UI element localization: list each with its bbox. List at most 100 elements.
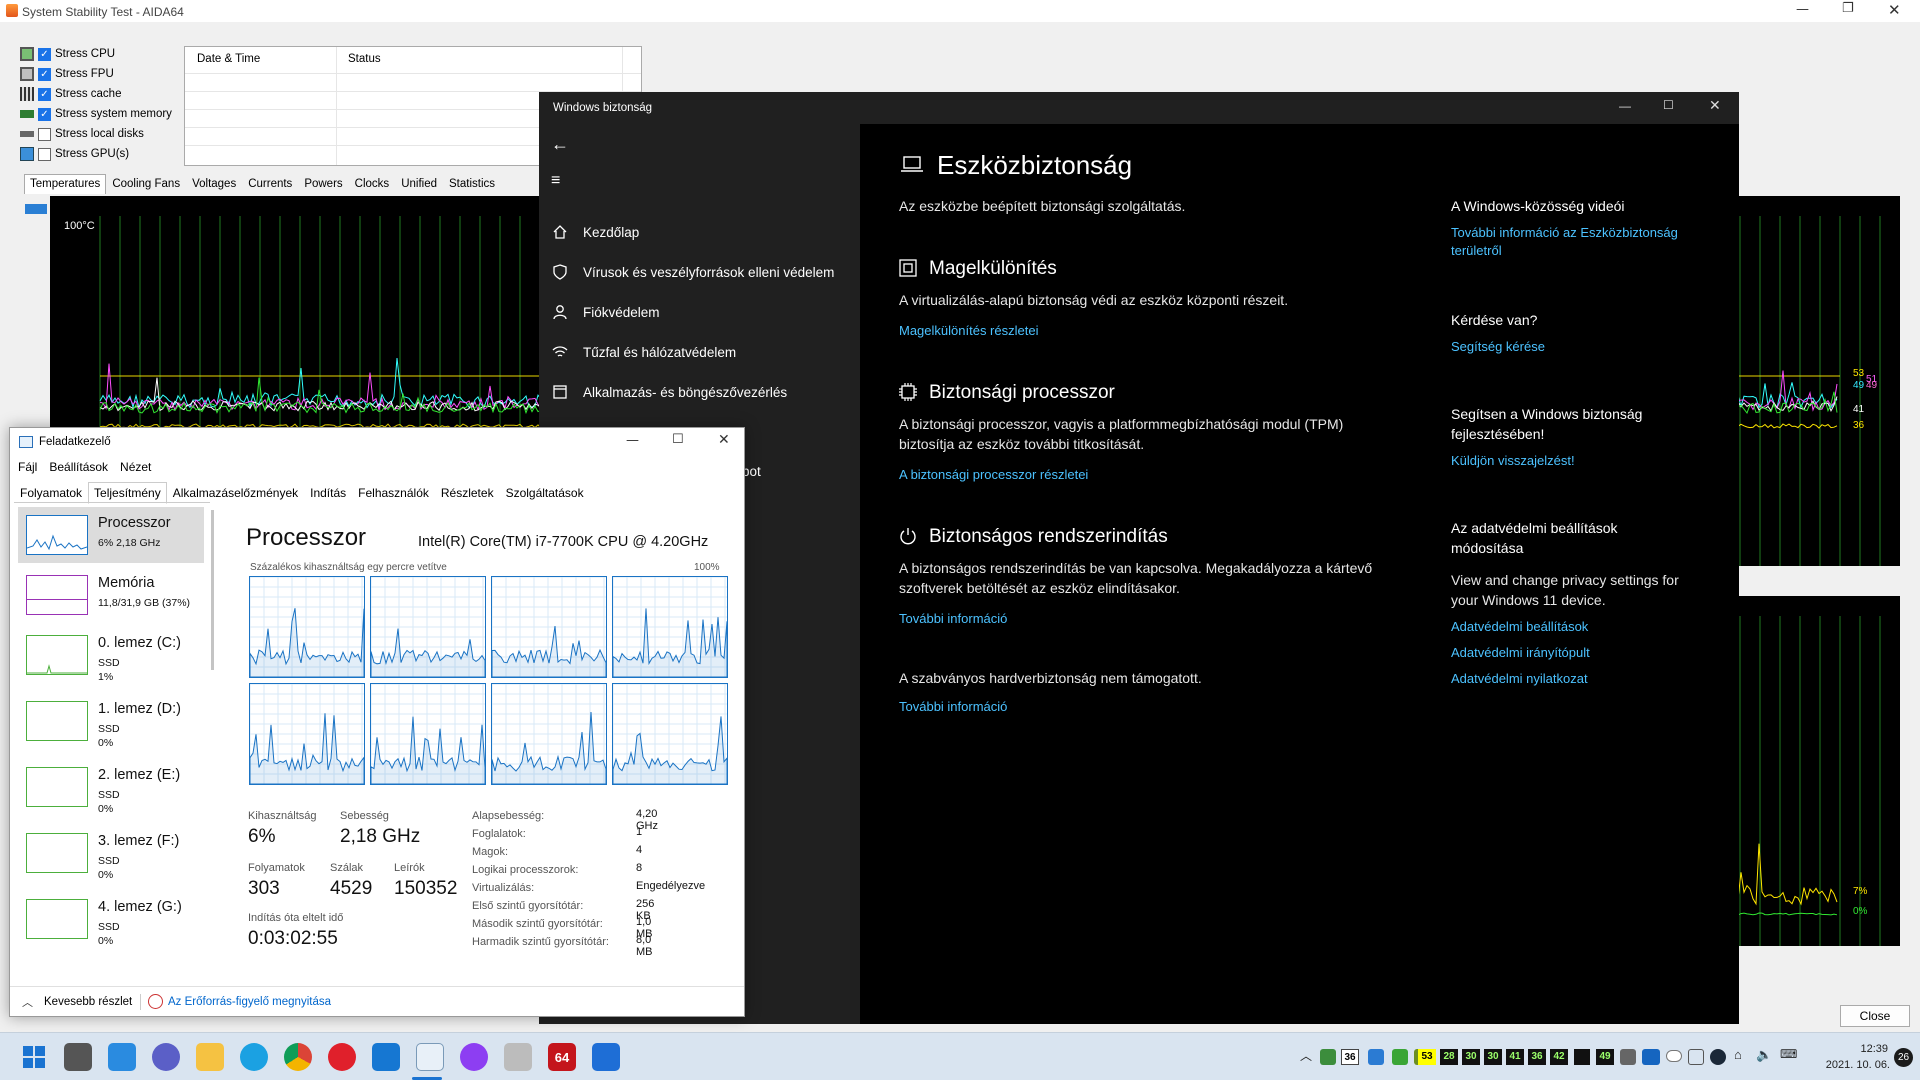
tray-temp-badge[interactable]: 28 xyxy=(1440,1049,1458,1065)
get-help-link[interactable]: Segítség kérése xyxy=(1451,338,1545,356)
fewer-details-link[interactable]: Kevesebb részlet xyxy=(44,996,132,1008)
resource-disk-0[interactable]: 0. lemez (C:) SSD 1% xyxy=(18,627,204,683)
tab-clocks[interactable]: Clocks xyxy=(349,174,396,194)
file-explorer-icon[interactable] xyxy=(196,1043,224,1071)
messenger-icon[interactable] xyxy=(460,1043,488,1071)
tray-app-icon[interactable] xyxy=(1320,1049,1336,1065)
stress-disks-checkbox[interactable] xyxy=(38,127,51,141)
status-header[interactable]: Status xyxy=(342,47,387,65)
tab-services[interactable]: Szolgáltatások xyxy=(500,482,590,504)
clock-date[interactable]: 2021. 10. 06. xyxy=(1815,1059,1890,1071)
tab-unified[interactable]: Unified xyxy=(395,174,443,194)
clock-time[interactable]: 12:39 xyxy=(1840,1043,1888,1055)
hardware-more-info-link[interactable]: További információ xyxy=(899,698,1007,716)
tab-app-history[interactable]: Alkalmazáselőzmények xyxy=(167,482,304,504)
tab-powers[interactable]: Powers xyxy=(298,174,348,194)
close-window-button[interactable]: ✕ xyxy=(1709,97,1721,114)
tray-temp-badge[interactable]: 42 xyxy=(1550,1049,1568,1065)
close-button[interactable]: Close xyxy=(1840,1005,1910,1027)
windows-security-taskbar-icon[interactable] xyxy=(592,1043,620,1071)
task-view-icon[interactable] xyxy=(64,1043,92,1071)
tab-temperatures[interactable]: Temperatures xyxy=(24,174,107,194)
onedrive-icon[interactable] xyxy=(1666,1050,1682,1062)
tab-cooling-fans[interactable]: Cooling Fans xyxy=(106,174,186,194)
resource-disk-1[interactable]: 1. lemez (D:) SSD 0% xyxy=(18,693,204,749)
tray-app-icon[interactable] xyxy=(1642,1049,1660,1065)
chevron-up-icon[interactable]: ︿ xyxy=(22,994,33,1010)
restore-button[interactable]: ❐ xyxy=(1842,1,1854,16)
resource-memory[interactable]: Memória 11,8/31,9 GB (37%) xyxy=(18,567,204,623)
language-icon[interactable]: ⌨ xyxy=(1780,1047,1797,1061)
tab-statistics[interactable]: Statistics xyxy=(443,174,501,194)
close-window-button[interactable]: ✕ xyxy=(1888,1,1901,19)
menu-view[interactable]: Nézet xyxy=(120,460,151,474)
maximize-button[interactable]: ☐ xyxy=(1663,98,1674,112)
network-icon[interactable]: ⌂ xyxy=(1734,1047,1742,1062)
privacy-dashboard-link[interactable]: Adatvédelmi irányítópult xyxy=(1451,644,1590,662)
privacy-settings-link[interactable]: Adatvédelmi beállítások xyxy=(1451,618,1588,636)
resource-disk-3[interactable]: 3. lemez (F:) SSD 0% xyxy=(18,825,204,881)
opera-icon[interactable] xyxy=(328,1043,356,1071)
minimize-button[interactable]: — xyxy=(1796,2,1809,17)
tab-performance[interactable]: Teljesítmény xyxy=(88,482,167,504)
stress-gpu-option[interactable]: Stress GPU(s) xyxy=(20,144,172,164)
tab-processes[interactable]: Folyamatok xyxy=(14,482,88,504)
chat-icon[interactable] xyxy=(152,1043,180,1071)
menu-file[interactable]: Fájl xyxy=(18,460,37,474)
open-resource-monitor-link[interactable]: Az Erőforrás-figyelő megnyitása xyxy=(168,996,331,1008)
community-videos-link[interactable]: További információ az Eszközbiztonság te… xyxy=(1451,224,1711,260)
steam-icon[interactable] xyxy=(1710,1049,1726,1065)
stress-cpu-option[interactable]: ✓ Stress CPU xyxy=(20,44,172,64)
tray-temp-badge[interactable]: 36 xyxy=(1528,1049,1546,1065)
tab-users[interactable]: Felhasználók xyxy=(352,482,435,504)
stress-disks-option[interactable]: Stress local disks xyxy=(20,124,172,144)
start-windows-icon[interactable] xyxy=(20,1043,48,1071)
tray-temp-badge[interactable]: 30 xyxy=(1462,1049,1480,1065)
privacy-statement-link[interactable]: Adatvédelmi nyilatkozat xyxy=(1451,670,1588,688)
aida64-taskbar-icon[interactable]: 64 xyxy=(548,1043,576,1071)
send-feedback-link[interactable]: Küldjön visszajelzést! xyxy=(1451,452,1575,470)
stress-cache-checkbox[interactable]: ✓ xyxy=(38,87,51,101)
edge-icon[interactable] xyxy=(240,1043,268,1071)
tray-app-icon[interactable] xyxy=(1368,1049,1384,1065)
nav-item-app-browser-control[interactable]: Alkalmazás- és böngészővezérlés xyxy=(551,378,787,406)
tray-temp-badge[interactable]: 41 xyxy=(1506,1049,1524,1065)
tab-currents[interactable]: Currents xyxy=(242,174,298,194)
tray-temp-badge[interactable]: 30 xyxy=(1484,1049,1502,1065)
side-scrollbar[interactable] xyxy=(211,510,214,670)
widgets-icon[interactable] xyxy=(108,1043,136,1071)
tab-startup[interactable]: Indítás xyxy=(304,482,352,504)
menu-options[interactable]: Beállítások xyxy=(49,460,108,474)
resource-cpu[interactable]: Processzor 6% 2,18 GHz xyxy=(18,507,204,563)
hamburger-menu-icon[interactable]: ≡ xyxy=(551,172,560,190)
minimize-button[interactable]: — xyxy=(1619,99,1631,113)
tray-app-icon[interactable] xyxy=(1620,1049,1636,1065)
tab-voltages[interactable]: Voltages xyxy=(186,174,242,194)
tray-temp-badge[interactable]: 49 xyxy=(1596,1049,1614,1065)
stress-memory-option[interactable]: ✓ Stress system memory xyxy=(20,104,172,124)
tray-temp-badge[interactable]: 53 xyxy=(1418,1049,1436,1065)
notification-count-badge[interactable]: 26 xyxy=(1894,1048,1913,1067)
stress-cpu-checkbox[interactable]: ✓ xyxy=(38,47,51,61)
stress-fpu-checkbox[interactable]: ✓ xyxy=(38,67,51,81)
task-manager-taskbar-icon[interactable] xyxy=(416,1043,444,1071)
mail-icon[interactable] xyxy=(372,1043,400,1071)
minimize-button[interactable]: — xyxy=(626,433,639,448)
tray-graph-icon[interactable] xyxy=(1574,1049,1590,1065)
nav-item-account-protection[interactable]: Fiókvédelem xyxy=(551,298,660,326)
stress-fpu-option[interactable]: ✓ Stress FPU xyxy=(20,64,172,84)
nav-item-virus-protection[interactable]: Vírusok és veszélyforrások elleni védele… xyxy=(551,258,834,286)
stress-cache-option[interactable]: ✓ Stress cache xyxy=(20,84,172,104)
security-processor-details-link[interactable]: A biztonsági processzor részletei xyxy=(899,466,1088,484)
app-icon[interactable] xyxy=(504,1043,532,1071)
secure-boot-more-info-link[interactable]: További információ xyxy=(899,610,1007,628)
chrome-icon[interactable] xyxy=(284,1043,312,1071)
tray-app-icon[interactable] xyxy=(1688,1049,1704,1065)
resource-disk-4[interactable]: 4. lemez (G:) SSD 0% xyxy=(18,891,204,947)
stress-memory-checkbox[interactable]: ✓ xyxy=(38,107,51,121)
maximize-button[interactable]: ☐ xyxy=(672,432,684,447)
nav-item-firewall[interactable]: Tűzfal és hálózatvédelem xyxy=(551,338,736,366)
close-window-button[interactable]: ✕ xyxy=(718,432,730,448)
tray-chevron-icon[interactable]: ︿ xyxy=(1300,1047,1312,1064)
tray-check-icon[interactable] xyxy=(1392,1049,1408,1065)
